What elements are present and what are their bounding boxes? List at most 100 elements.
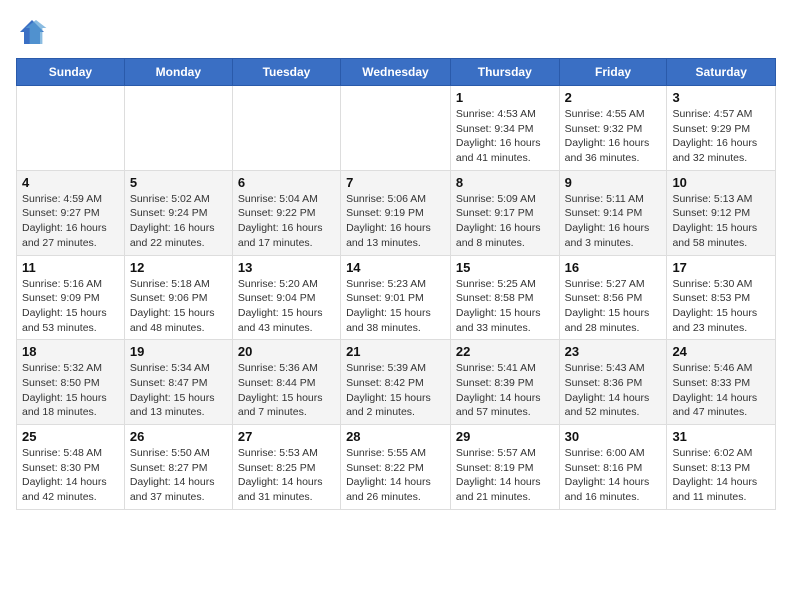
day-info: Sunrise: 5:43 AM Sunset: 8:36 PM Dayligh…: [565, 361, 662, 420]
day-info: Sunrise: 5:25 AM Sunset: 8:58 PM Dayligh…: [456, 277, 554, 336]
day-header-thursday: Thursday: [450, 59, 559, 86]
day-number: 29: [456, 429, 554, 444]
day-number: 30: [565, 429, 662, 444]
page-header: [16, 16, 776, 48]
day-number: 1: [456, 90, 554, 105]
calendar-cell: 9 Sunrise: 5:11 AM Sunset: 9:14 PM Daylig…: [559, 170, 667, 255]
calendar-cell: 23 Sunrise: 5:43 AM Sunset: 8:36 PM Dayli…: [559, 340, 667, 425]
calendar-table: SundayMondayTuesdayWednesdayThursdayFrid…: [16, 58, 776, 510]
day-number: 15: [456, 260, 554, 275]
calendar-week-row: 4 Sunrise: 4:59 AM Sunset: 9:27 PM Daylig…: [17, 170, 776, 255]
day-number: 20: [238, 344, 335, 359]
calendar-cell: 4 Sunrise: 4:59 AM Sunset: 9:27 PM Daylig…: [17, 170, 125, 255]
logo-icon: [16, 16, 48, 48]
day-number: 8: [456, 175, 554, 190]
day-info: Sunrise: 4:53 AM Sunset: 9:34 PM Dayligh…: [456, 107, 554, 166]
calendar-cell: 28 Sunrise: 5:55 AM Sunset: 8:22 PM Dayli…: [341, 425, 451, 510]
day-info: Sunrise: 5:11 AM Sunset: 9:14 PM Dayligh…: [565, 192, 662, 251]
day-number: 4: [22, 175, 119, 190]
day-number: 31: [672, 429, 770, 444]
day-info: Sunrise: 5:46 AM Sunset: 8:33 PM Dayligh…: [672, 361, 770, 420]
day-number: 14: [346, 260, 445, 275]
day-number: 22: [456, 344, 554, 359]
day-number: 12: [130, 260, 227, 275]
day-number: 19: [130, 344, 227, 359]
calendar-cell: 12 Sunrise: 5:18 AM Sunset: 9:06 PM Dayli…: [124, 255, 232, 340]
calendar-cell: 29 Sunrise: 5:57 AM Sunset: 8:19 PM Dayli…: [450, 425, 559, 510]
day-header-monday: Monday: [124, 59, 232, 86]
calendar-cell: 8 Sunrise: 5:09 AM Sunset: 9:17 PM Daylig…: [450, 170, 559, 255]
day-number: 13: [238, 260, 335, 275]
calendar-cell: 19 Sunrise: 5:34 AM Sunset: 8:47 PM Dayli…: [124, 340, 232, 425]
calendar-cell: 21 Sunrise: 5:39 AM Sunset: 8:42 PM Dayli…: [341, 340, 451, 425]
calendar-cell: 18Sunrise: 5:32 AM Sunset: 8:50 PM Dayli…: [17, 340, 125, 425]
calendar-week-row: 25 Sunrise: 5:48 AM Sunset: 8:30 PM Dayli…: [17, 425, 776, 510]
calendar-cell: 27Sunrise: 5:53 AM Sunset: 8:25 PM Dayli…: [232, 425, 340, 510]
day-number: 10: [672, 175, 770, 190]
day-info: Sunrise: 4:57 AM Sunset: 9:29 PM Dayligh…: [672, 107, 770, 166]
day-info: Sunrise: 5:18 AM Sunset: 9:06 PM Dayligh…: [130, 277, 227, 336]
calendar-cell: 1 Sunrise: 4:53 AM Sunset: 9:34 PM Daylig…: [450, 86, 559, 171]
day-info: Sunrise: 5:32 AM Sunset: 8:50 PM Dayligh…: [22, 361, 119, 420]
calendar-cell: 22 Sunrise: 5:41 AM Sunset: 8:39 PM Dayli…: [450, 340, 559, 425]
day-number: 28: [346, 429, 445, 444]
day-info: Sunrise: 5:48 AM Sunset: 8:30 PM Dayligh…: [22, 446, 119, 505]
day-info: Sunrise: 5:50 AM Sunset: 8:27 PM Dayligh…: [130, 446, 227, 505]
day-info: Sunrise: 5:36 AM Sunset: 8:44 PM Dayligh…: [238, 361, 335, 420]
day-number: 2: [565, 90, 662, 105]
calendar-cell: 2 Sunrise: 4:55 AM Sunset: 9:32 PM Daylig…: [559, 86, 667, 171]
day-number: 11: [22, 260, 119, 275]
day-info: Sunrise: 5:04 AM Sunset: 9:22 PM Dayligh…: [238, 192, 335, 251]
calendar-cell: 16 Sunrise: 5:27 AM Sunset: 8:56 PM Dayli…: [559, 255, 667, 340]
day-number: 7: [346, 175, 445, 190]
day-info: Sunrise: 5:39 AM Sunset: 8:42 PM Dayligh…: [346, 361, 445, 420]
day-header-tuesday: Tuesday: [232, 59, 340, 86]
calendar-cell: 13Sunrise: 5:20 AM Sunset: 9:04 PM Dayli…: [232, 255, 340, 340]
day-info: Sunrise: 5:02 AM Sunset: 9:24 PM Dayligh…: [130, 192, 227, 251]
day-number: 9: [565, 175, 662, 190]
calendar-header-row: SundayMondayTuesdayWednesdayThursdayFrid…: [17, 59, 776, 86]
day-header-sunday: Sunday: [17, 59, 125, 86]
day-number: 23: [565, 344, 662, 359]
calendar-cell: 6 Sunrise: 5:04 AM Sunset: 9:22 PM Daylig…: [232, 170, 340, 255]
day-info: Sunrise: 4:59 AM Sunset: 9:27 PM Dayligh…: [22, 192, 119, 251]
calendar-cell: 31 Sunrise: 6:02 AM Sunset: 8:13 PM Dayli…: [667, 425, 776, 510]
day-info: Sunrise: 5:41 AM Sunset: 8:39 PM Dayligh…: [456, 361, 554, 420]
day-header-saturday: Saturday: [667, 59, 776, 86]
calendar-cell: 3Sunrise: 4:57 AM Sunset: 9:29 PM Daylig…: [667, 86, 776, 171]
calendar-cell: [341, 86, 451, 171]
day-info: Sunrise: 5:23 AM Sunset: 9:01 PM Dayligh…: [346, 277, 445, 336]
calendar-week-row: 18Sunrise: 5:32 AM Sunset: 8:50 PM Dayli…: [17, 340, 776, 425]
day-info: Sunrise: 5:09 AM Sunset: 9:17 PM Dayligh…: [456, 192, 554, 251]
day-number: 21: [346, 344, 445, 359]
calendar-week-row: 11 Sunrise: 5:16 AM Sunset: 9:09 PM Dayli…: [17, 255, 776, 340]
day-number: 26: [130, 429, 227, 444]
calendar-cell: 5Sunrise: 5:02 AM Sunset: 9:24 PM Daylig…: [124, 170, 232, 255]
day-info: Sunrise: 4:55 AM Sunset: 9:32 PM Dayligh…: [565, 107, 662, 166]
day-number: 25: [22, 429, 119, 444]
day-info: Sunrise: 5:16 AM Sunset: 9:09 PM Dayligh…: [22, 277, 119, 336]
calendar-cell: 10 Sunrise: 5:13 AM Sunset: 9:12 PM Dayli…: [667, 170, 776, 255]
day-info: Sunrise: 6:00 AM Sunset: 8:16 PM Dayligh…: [565, 446, 662, 505]
day-number: 24: [672, 344, 770, 359]
calendar-cell: [232, 86, 340, 171]
day-info: Sunrise: 5:55 AM Sunset: 8:22 PM Dayligh…: [346, 446, 445, 505]
calendar-week-row: 1 Sunrise: 4:53 AM Sunset: 9:34 PM Daylig…: [17, 86, 776, 171]
logo: [16, 16, 52, 48]
day-info: Sunrise: 5:06 AM Sunset: 9:19 PM Dayligh…: [346, 192, 445, 251]
day-header-wednesday: Wednesday: [341, 59, 451, 86]
day-number: 6: [238, 175, 335, 190]
calendar-cell: [17, 86, 125, 171]
day-info: Sunrise: 5:13 AM Sunset: 9:12 PM Dayligh…: [672, 192, 770, 251]
day-info: Sunrise: 5:34 AM Sunset: 8:47 PM Dayligh…: [130, 361, 227, 420]
day-info: Sunrise: 5:27 AM Sunset: 8:56 PM Dayligh…: [565, 277, 662, 336]
calendar-cell: 11 Sunrise: 5:16 AM Sunset: 9:09 PM Dayli…: [17, 255, 125, 340]
day-number: 16: [565, 260, 662, 275]
day-info: Sunrise: 6:02 AM Sunset: 8:13 PM Dayligh…: [672, 446, 770, 505]
day-number: 27: [238, 429, 335, 444]
calendar-cell: 24 Sunrise: 5:46 AM Sunset: 8:33 PM Dayli…: [667, 340, 776, 425]
day-info: Sunrise: 5:57 AM Sunset: 8:19 PM Dayligh…: [456, 446, 554, 505]
calendar-cell: 26 Sunrise: 5:50 AM Sunset: 8:27 PM Dayli…: [124, 425, 232, 510]
day-header-friday: Friday: [559, 59, 667, 86]
calendar-cell: 7 Sunrise: 5:06 AM Sunset: 9:19 PM Daylig…: [341, 170, 451, 255]
